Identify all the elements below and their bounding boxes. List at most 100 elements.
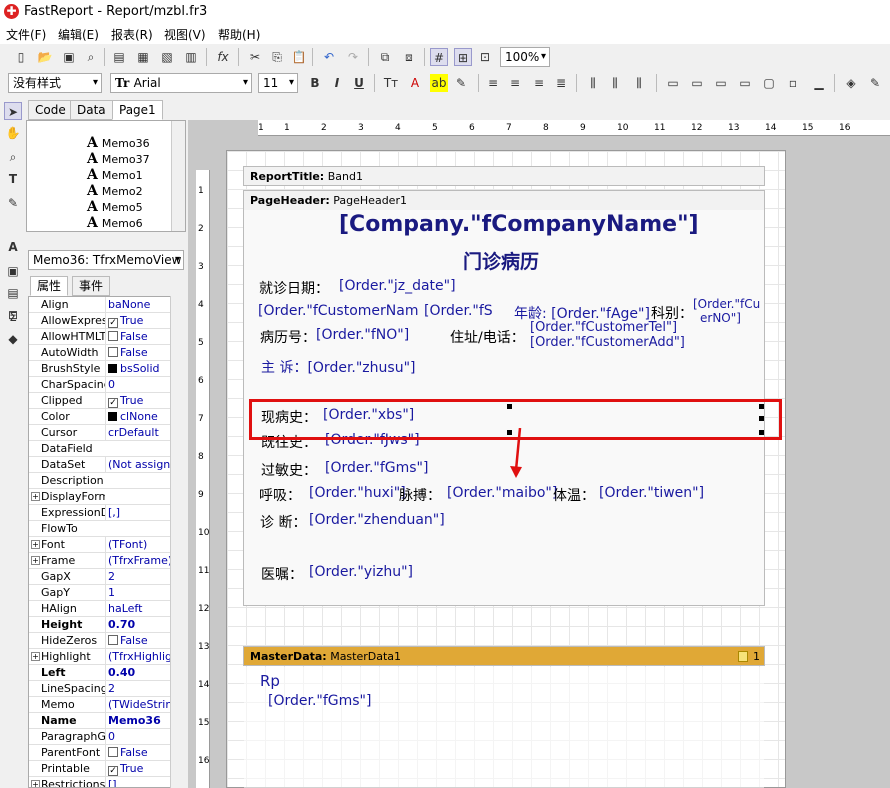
property-value[interactable]: 1 — [105, 585, 171, 600]
memo-yizhu[interactable]: [Order."yizhu"] — [309, 564, 413, 580]
property-row[interactable]: ExpressionDe[,] — [29, 505, 171, 521]
memo-zhenduan[interactable]: [Order."zhenduan"] — [309, 512, 445, 528]
property-row[interactable]: ParentFont False — [29, 745, 171, 761]
tree-item[interactable]: A Memo37 — [87, 151, 150, 167]
property-row[interactable]: + Restrictions[] — [29, 777, 171, 787]
cut-icon[interactable]: ✂ — [246, 48, 264, 66]
justify-icon[interactable]: ≣ — [552, 74, 570, 92]
tab-data[interactable]: Data — [70, 100, 113, 120]
property-value[interactable]: (Not assigned) — [105, 457, 171, 472]
fill-color-icon[interactable]: ◈ — [842, 74, 860, 92]
property-row[interactable]: GapX 2 — [29, 569, 171, 585]
font-color-icon[interactable]: A — [406, 74, 424, 92]
property-value[interactable]: (TFont) — [105, 537, 171, 552]
align-center-icon[interactable]: ≡ — [506, 74, 524, 92]
checkbox-icon[interactable] — [108, 635, 118, 645]
property-value[interactable]: haLeft — [105, 601, 171, 616]
valign-bottom-icon[interactable]: ⫼ — [630, 74, 648, 92]
property-value[interactable]: ✓ True — [105, 761, 171, 776]
memo-maibo[interactable]: [Order."maibo"] — [447, 485, 557, 501]
memo-gms[interactable]: [Order."fGms"] — [325, 460, 428, 476]
memo-sex[interactable]: [Order."fS — [424, 303, 493, 319]
page-settings-icon[interactable]: ▥ — [182, 48, 200, 66]
band-master-data[interactable]: MasterData: MasterData1 1 — [243, 646, 765, 666]
frame-all-icon[interactable]: ▢ — [760, 74, 778, 92]
memo-maibo-label[interactable]: 脉搏： — [399, 485, 441, 505]
tree-item[interactable]: A Memo2 — [87, 183, 143, 199]
frame-color-icon[interactable]: ✎ — [866, 74, 884, 92]
frame-none-icon[interactable]: ▫ — [784, 74, 802, 92]
property-row[interactable]: Memo (TWideStrings) — [29, 697, 171, 713]
property-value[interactable]: [,] — [105, 505, 171, 520]
function-icon[interactable]: fx — [214, 48, 232, 66]
zoom-combo[interactable]: 100% — [500, 47, 550, 67]
frame-right-icon[interactable]: ▭ — [736, 74, 754, 92]
tree-item[interactable]: A Memo36 — [87, 135, 150, 151]
property-row[interactable]: Color clNone — [29, 409, 171, 425]
property-value[interactable]: 0 — [105, 729, 171, 744]
tree-item[interactable]: A Memo5 — [87, 199, 143, 215]
align-grid-icon[interactable]: ⊞ — [454, 48, 472, 66]
font-settings-icon[interactable]: Tт — [382, 74, 400, 92]
property-value[interactable]: 2 — [105, 681, 171, 696]
memo-dept-line2[interactable]: erNO"] — [700, 311, 741, 325]
style-combo[interactable]: 没有样式 — [8, 73, 102, 93]
property-row[interactable]: Clipped ✓ True — [29, 393, 171, 409]
checkbox-icon[interactable]: ✓ — [108, 398, 118, 408]
undo-icon[interactable]: ↶ — [320, 48, 338, 66]
checkbox-icon[interactable]: ✓ — [108, 766, 118, 776]
highlight-icon[interactable]: ab — [430, 74, 448, 92]
property-row[interactable]: DataField — [29, 441, 171, 457]
property-row[interactable]: +Highlight (TfrxHighlight) — [29, 649, 171, 665]
memo-address[interactable]: [Order."fCustomerAdd"] — [530, 335, 685, 350]
subreport-icon[interactable]: ▤ — [4, 284, 22, 302]
property-row[interactable]: ParagraphGa0 — [29, 729, 171, 745]
memo-rp[interactable]: Rp — [260, 672, 280, 690]
save-icon[interactable]: ▣ — [60, 48, 78, 66]
property-row[interactable]: Description — [29, 473, 171, 489]
checkbox-icon[interactable]: ✓ — [108, 318, 118, 328]
tree-item[interactable]: A Memo1 — [87, 167, 143, 183]
group-icon[interactable]: ⧉ — [376, 48, 394, 66]
property-scrollbar[interactable] — [170, 296, 184, 788]
memo-gms-label[interactable]: 过敏史： — [261, 460, 317, 480]
memo-record[interactable]: [Order."fNO"] — [316, 327, 409, 343]
property-row[interactable]: Printable ✓ True — [29, 761, 171, 777]
memo-company[interactable]: [Company."fCompanyName"] — [339, 212, 699, 237]
menu-view[interactable]: 视图(V) — [164, 26, 206, 43]
memo-visit-date[interactable]: [Order."jz_date"] — [339, 278, 456, 294]
property-value[interactable]: False — [105, 345, 171, 360]
property-value[interactable]: crDefault — [105, 425, 171, 440]
tab-properties[interactable]: 属性 — [30, 276, 69, 296]
property-row[interactable]: Align baNone — [29, 297, 171, 313]
open-icon[interactable]: 📂 — [36, 48, 54, 66]
property-value[interactable]: False — [105, 745, 171, 760]
memo-zhenduan-label[interactable]: 诊 断： — [260, 512, 306, 532]
font-size-combo[interactable]: 11 — [258, 73, 298, 93]
property-row[interactable]: CharSpacing 0 — [29, 377, 171, 393]
memo-visit-date-label[interactable]: 就诊日期： — [259, 278, 329, 298]
expand-icon[interactable]: + — [31, 492, 40, 501]
menu-file[interactable]: 文件(F) — [6, 26, 46, 43]
expand-icon[interactable]: + — [31, 556, 40, 565]
checkbox-icon[interactable] — [108, 747, 118, 757]
expand-icon[interactable]: + — [31, 652, 40, 661]
property-value[interactable]: [] — [105, 777, 171, 787]
property-row[interactable]: + Font (TFont) — [29, 537, 171, 553]
zoom-tool-icon[interactable]: ⌕ — [4, 148, 22, 166]
property-value[interactable]: (TWideStrings) — [105, 697, 171, 712]
memo-record-label[interactable]: 病历号： — [260, 327, 316, 347]
memo-tiwen[interactable]: [Order."tiwen"] — [599, 485, 704, 501]
property-value[interactable]: Memo36 — [105, 713, 171, 728]
memo-huxi[interactable]: [Order."huxi"] — [309, 485, 406, 501]
hand-tool-icon[interactable]: ✋ — [4, 124, 22, 142]
property-row[interactable]: HideZeros False — [29, 633, 171, 649]
property-row[interactable]: BrushStyle bsSolid — [29, 361, 171, 377]
tree-item[interactable]: A Memo6 — [87, 215, 143, 231]
memo-dept[interactable]: [Order."fCu — [693, 297, 760, 311]
property-row[interactable]: Left 0.40 — [29, 665, 171, 681]
memo-subtitle[interactable]: 门诊病历 — [463, 247, 539, 274]
property-value[interactable]: baNone — [105, 297, 171, 312]
memo-address-label[interactable]: 住址/电话： — [450, 327, 525, 347]
rotate-icon[interactable]: ✎ — [452, 74, 470, 92]
